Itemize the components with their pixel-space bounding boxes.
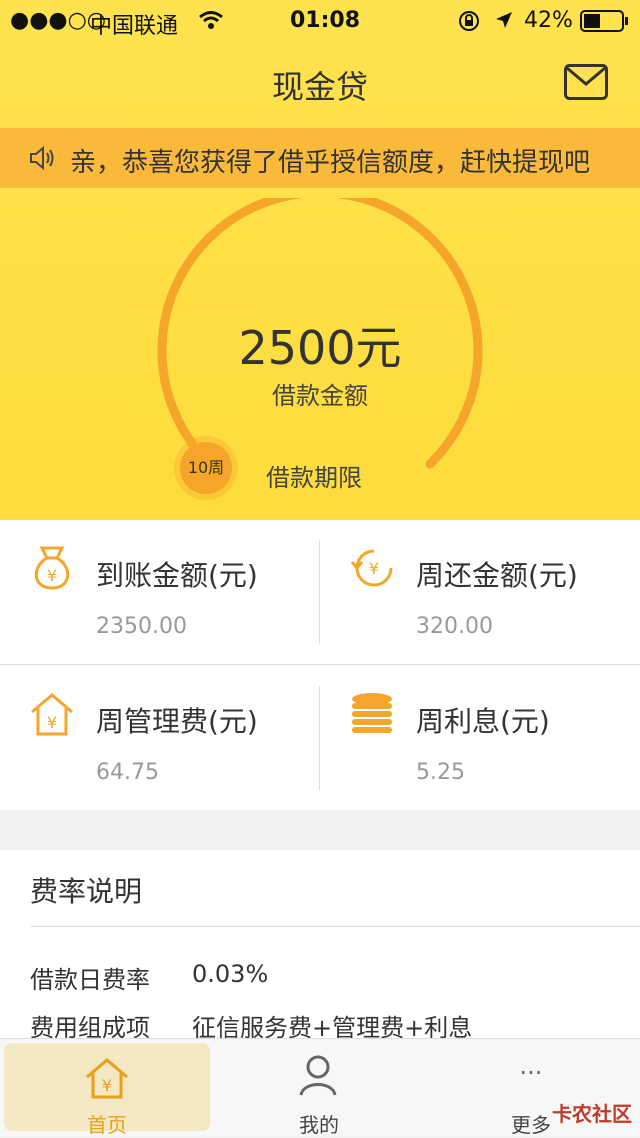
svg-text:¥: ¥ [47,566,57,585]
card-title: 到账金额(元) [96,559,258,592]
battery-icon [580,10,628,32]
divider [319,686,320,790]
card-value: 2350.00 [96,614,187,639]
status-bar: ●●●○○ 中国联通 01:08 42% [0,0,640,40]
clock: 01:08 [290,8,361,33]
home-icon: ¥ [86,1058,128,1099]
tab-label: 首页 [87,1113,127,1137]
card-weekly-interest: 周利息(元) 5.25 [320,666,640,811]
page-title: 现金贷 [271,68,368,106]
card-title: 周管理费(元) [96,705,258,738]
rate-key: 借款日费率 [30,966,150,994]
card-title: 周还金额(元) [416,559,578,592]
tab-label: 我的 [299,1113,339,1137]
rotation-lock-icon [459,11,479,31]
card-value: 320.00 [416,614,493,639]
battery-percent: 42% [524,8,573,33]
section-title: 费率说明 [30,875,143,908]
divider [0,664,640,665]
svg-text:¥: ¥ [369,559,379,578]
mail-icon[interactable] [564,64,608,100]
card-title: 周利息(元) [416,705,550,738]
card-value: 5.25 [416,760,465,785]
more-dots-icon: ··· [519,1059,543,1087]
notice-text: 亲，恭喜您获得了借乎授信额度，赶快提现吧 [70,148,591,178]
svg-text:¥: ¥ [47,713,57,732]
watermark: 卡农社区 [552,1102,632,1126]
rate-value: 0.03% [192,960,269,988]
user-icon [299,1055,337,1096]
tab-bar: ¥ 首页 我的 ··· 更多 卡农社区 [0,1038,640,1137]
card-weekly-management-fee: ¥ 周管理费(元) 64.75 [0,666,320,811]
repay-cycle-icon: ¥ [350,549,393,587]
loan-amount-label: 借款金额 [272,382,368,410]
card-received-amount: ¥ 到账金额(元) 2350.00 [0,520,320,665]
rate-explanation-section: 费率说明 借款日费率 0.03% 费用组成项 征信服务费+管理费+利息 [0,850,640,1042]
notice-bar[interactable]: 亲，恭喜您获得了借乎授信额度，赶快提现吧 [0,128,640,188]
house-yen-icon: ¥ [31,693,73,736]
hero-panel: ●●●○○ 中国联通 01:08 42% 现金贷 亲，恭喜您获得了借乎授信额度，… [0,0,640,520]
loan-term-label: 借款期限 [266,464,362,492]
card-weekly-repayment: ¥ 周还金额(元) 320.00 [320,520,640,665]
location-arrow-icon [496,12,512,28]
term-slider-handle[interactable]: 10周 [180,442,232,494]
speaker-icon [30,145,54,171]
divider [319,540,320,644]
carrier-name: 中国联通 [90,14,179,39]
money-bag-icon: ¥ [34,546,70,590]
divider [30,926,640,927]
loan-amount: 2500元 [238,321,402,375]
coin-stack-icon [352,693,392,733]
tab-home[interactable]: ¥ 首页 [4,1043,210,1137]
tab-mine[interactable]: 我的 [216,1039,422,1137]
wifi-icon [199,11,223,29]
card-value: 64.75 [96,760,159,785]
svg-text:¥: ¥ [102,1076,112,1095]
